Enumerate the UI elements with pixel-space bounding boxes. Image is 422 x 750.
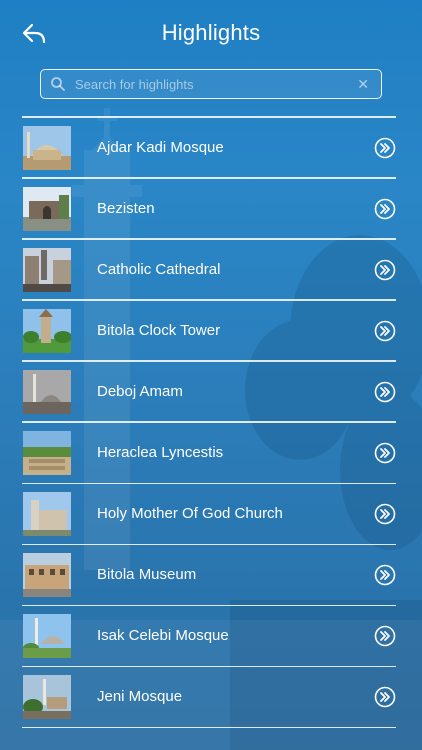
- search-input[interactable]: [75, 73, 355, 95]
- chevron-right-circle-icon: [374, 381, 396, 403]
- thumbnail-image: [23, 308, 71, 353]
- list-item-catholic-cathedral[interactable]: Catholic Cathedral: [22, 240, 396, 300]
- list-item-bitola-clock-tower[interactable]: Bitola Clock Tower: [22, 301, 396, 361]
- list-item-ajdar-kadi-mosque[interactable]: Ajdar Kadi Mosque: [22, 118, 396, 178]
- chevron-right-circle-icon: [374, 564, 396, 586]
- header: Highlights: [0, 0, 422, 64]
- list-item-bezisten[interactable]: Bezisten: [22, 179, 396, 239]
- chevron-right-circle-icon: [374, 320, 396, 342]
- chevron-right-circle-icon: [374, 687, 396, 708]
- thumbnail-image: [23, 430, 71, 475]
- thumbnail-image: [23, 186, 71, 231]
- clear-icon[interactable]: ✕: [357, 75, 369, 93]
- list-item-heraclea-lyncestis[interactable]: Heraclea Lyncestis: [22, 423, 396, 483]
- list-item-bitola-museum[interactable]: Bitola Museum: [22, 545, 396, 605]
- chevron-right-circle-icon: [374, 625, 396, 647]
- list-item-label: Deboj Amam: [97, 382, 183, 400]
- list-item-label: Bitola Museum: [97, 566, 197, 584]
- chevron-right-circle-icon: [374, 198, 396, 219]
- search-bar: ✕: [40, 69, 382, 99]
- list-item-label: Catholic Cathedral: [97, 260, 221, 278]
- list-item-deboj-amam[interactable]: Deboj Amam: [22, 362, 396, 422]
- list-item-label: Heraclea Lyncestis: [97, 443, 224, 461]
- list-item-label: Bezisten: [97, 199, 155, 217]
- chevron-right-circle-icon: [374, 503, 396, 525]
- chevron-right-circle-icon: [374, 137, 396, 158]
- thumbnail-image: [23, 675, 71, 720]
- list-item-holy-mother-of-god-church[interactable]: Holy Mother Of God Church: [22, 484, 396, 544]
- chevron-right-circle-icon: [374, 259, 396, 280]
- list-item-jeni-mosque[interactable]: Jeni Mosque: [22, 667, 396, 727]
- divider: [22, 726, 396, 729]
- thumbnail-image: [23, 553, 71, 598]
- search-icon: [51, 77, 65, 91]
- list-item-label: Holy Mother Of God Church: [97, 505, 283, 523]
- list-item-isak-celebi-mosque[interactable]: Isak Celebi Mosque: [22, 606, 396, 666]
- list-item-label: Isak Celebi Mosque: [97, 627, 229, 645]
- page-title: Highlights: [161, 20, 261, 45]
- highlights-list: Ajdar Kadi Mosque Bezisten Catholic Cath…: [22, 116, 396, 729]
- thumbnail-image: [23, 369, 71, 414]
- list-item-label: Ajdar Kadi Mosque: [97, 138, 224, 156]
- chevron-right-circle-icon: [374, 442, 396, 464]
- thumbnail-image: [23, 492, 71, 537]
- thumbnail-image: [23, 247, 71, 292]
- thumbnail-image: [23, 614, 71, 659]
- list-item-label: Bitola Clock Tower: [97, 321, 221, 339]
- list-item-label: Jeni Mosque: [97, 688, 183, 706]
- thumbnail-image: [23, 125, 71, 170]
